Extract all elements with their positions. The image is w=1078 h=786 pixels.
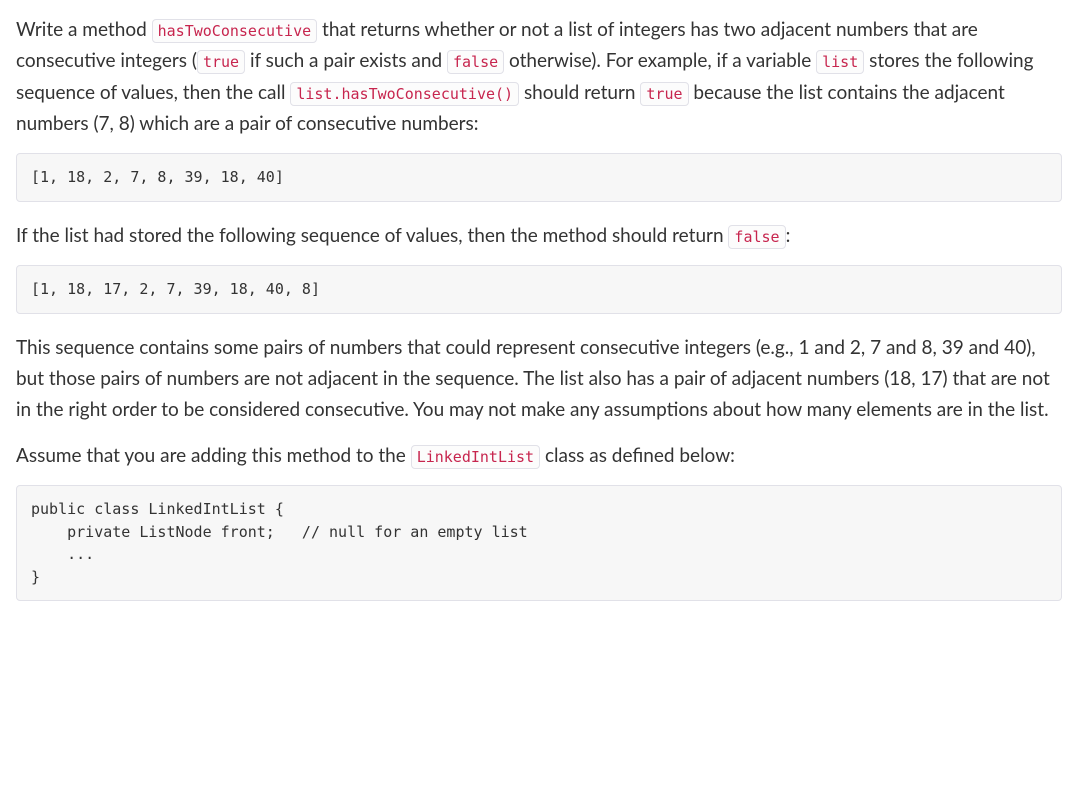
text: if such a pair exists and xyxy=(245,49,447,72)
code-false: false xyxy=(447,50,504,74)
code-block-class-def: public class LinkedIntList { private Lis… xyxy=(16,485,1062,601)
code-block-example-false: [1, 18, 17, 2, 7, 39, 18, 40, 8] xyxy=(16,265,1062,314)
assume-paragraph: Assume that you are adding this method t… xyxy=(16,440,1062,471)
code-call: list.hasTwoConsecutive() xyxy=(290,82,519,106)
text: class as defined below: xyxy=(540,444,735,467)
code-block-example-true: [1, 18, 2, 7, 8, 39, 18, 40] xyxy=(16,153,1062,202)
text: otherwise). For example, if a variable xyxy=(504,49,816,72)
code-method-name: hasTwoConsecutive xyxy=(152,19,318,43)
code-true-2: true xyxy=(640,82,688,106)
text: should return xyxy=(519,81,640,104)
text: If the list had stored the following seq… xyxy=(16,224,728,247)
code-false-2: false xyxy=(728,225,785,249)
code-class-name: LinkedIntList xyxy=(411,445,540,469)
false-case-paragraph: If the list had stored the following seq… xyxy=(16,220,1062,251)
code-true: true xyxy=(197,50,245,74)
intro-paragraph: Write a method hasTwoConsecutive that re… xyxy=(16,14,1062,139)
code-list: list xyxy=(816,50,864,74)
text: Assume that you are adding this method t… xyxy=(16,444,411,467)
explanation-paragraph: This sequence contains some pairs of num… xyxy=(16,332,1062,426)
text: Write a method xyxy=(16,18,152,41)
text: : xyxy=(786,224,791,247)
